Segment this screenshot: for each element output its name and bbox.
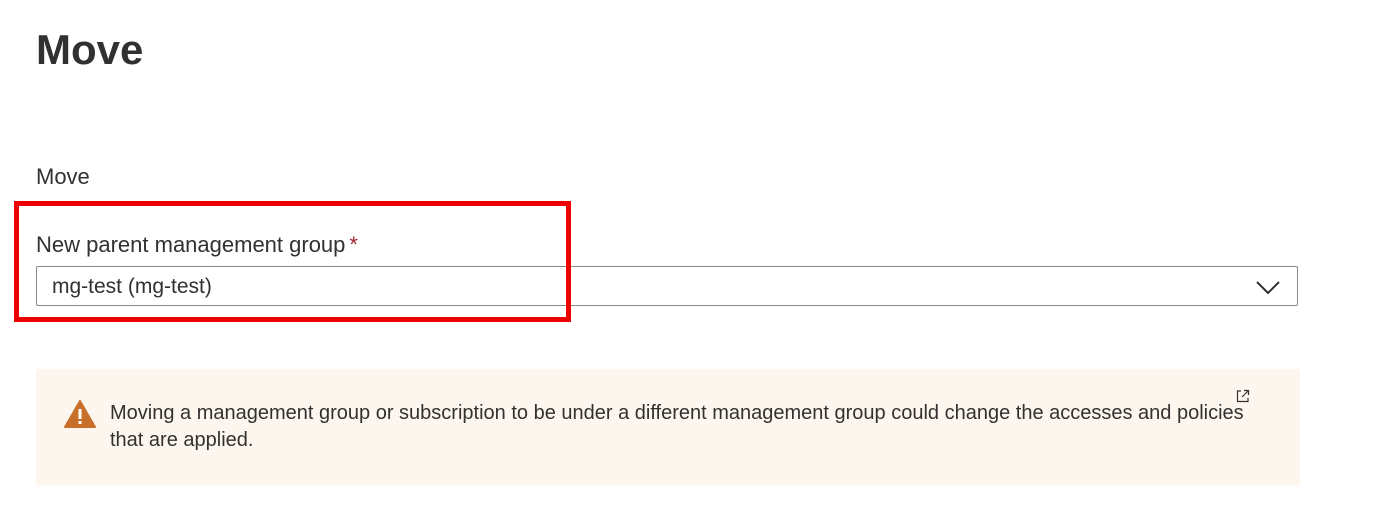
parent-group-label-text: New parent management group — [36, 232, 346, 257]
warning-text: Moving a management group or subscriptio… — [110, 402, 1244, 451]
section-label: Move — [36, 164, 90, 189]
warning-message-bar: Moving a management group or subscriptio… — [36, 369, 1300, 485]
chevron-down-icon — [1256, 281, 1280, 295]
warning-icon — [64, 400, 96, 428]
page-title: Move — [36, 26, 144, 73]
move-panel: Move Move New parent management group * m… — [0, 0, 1380, 530]
parent-group-label: New parent management group * — [36, 230, 358, 260]
required-marker: * — [349, 232, 358, 257]
external-link-icon[interactable] — [1235, 388, 1251, 404]
parent-group-selected-value: mg-test (mg-test) — [52, 275, 212, 298]
parent-group-dropdown[interactable]: mg-test (mg-test) — [36, 266, 1298, 306]
